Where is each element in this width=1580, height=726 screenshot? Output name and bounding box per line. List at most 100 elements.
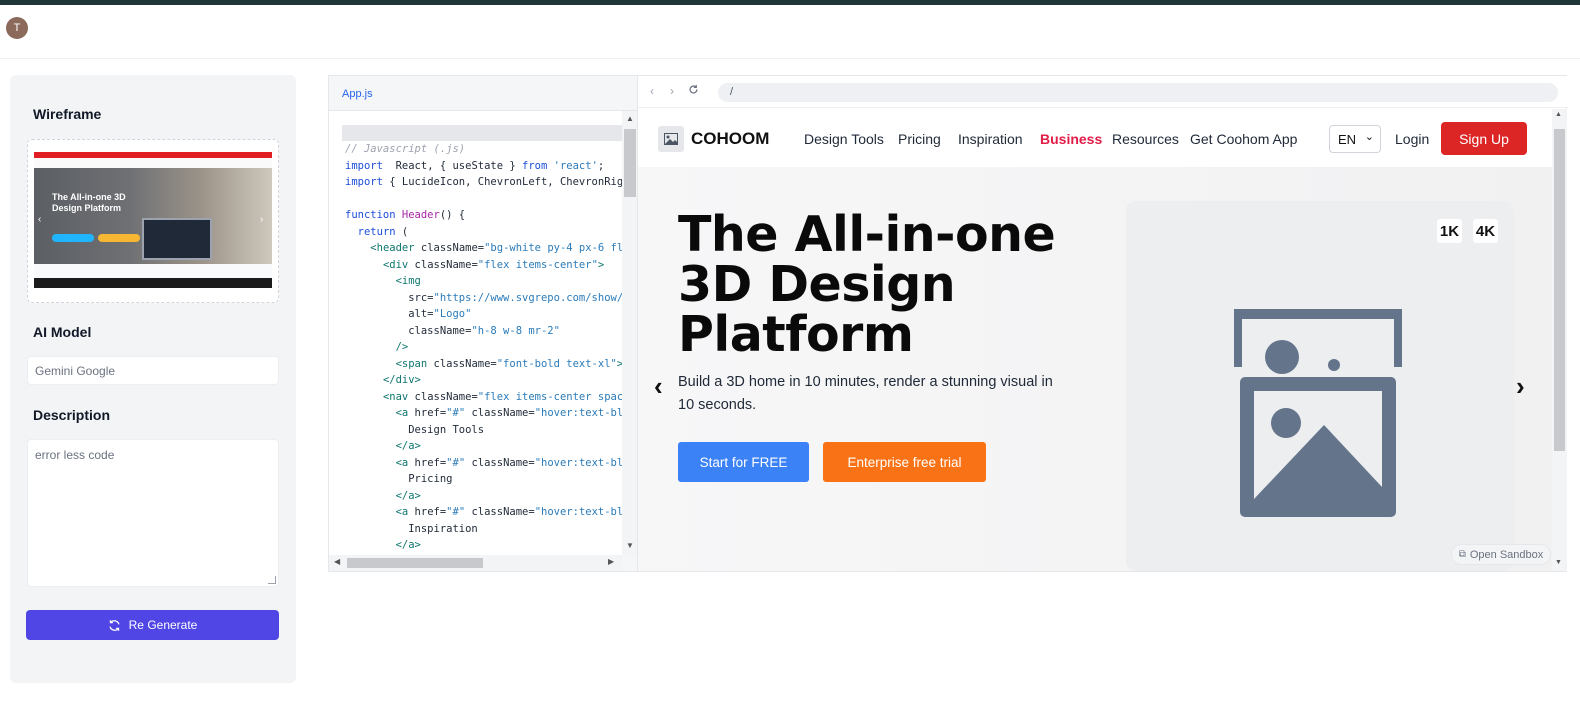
url-bar[interactable]: /	[718, 83, 1558, 102]
code-token: ;	[597, 159, 605, 172]
code-line[interactable]: Design Tools	[345, 422, 622, 439]
code-token: className=	[408, 258, 478, 271]
regenerate-button[interactable]: Re Generate	[26, 610, 279, 640]
code-line[interactable]: // Javascript (.js)	[345, 141, 622, 158]
code-token: Inspiration	[345, 522, 478, 535]
logo-image-icon[interactable]	[658, 126, 684, 152]
code-line[interactable]: src="https://www.svgrepo.com/show/508	[345, 290, 622, 307]
login-link[interactable]: Login	[1395, 131, 1429, 147]
open-sandbox-label: Open Sandbox	[1469, 548, 1544, 561]
code-line[interactable]: alt="Logo"	[345, 306, 622, 323]
wf-arrow-right-icon: ›	[260, 214, 264, 225]
tab-app-js[interactable]: App.js	[342, 88, 373, 100]
code-line[interactable]: <a href="#" className="hover:text-blue-	[345, 405, 622, 422]
code-line[interactable]: </a>	[345, 438, 622, 455]
preview-browser: ‹ › / COHOOM Design Tools Pricing Inspir…	[637, 75, 1568, 572]
code-token: function	[345, 209, 396, 221]
scroll-left-icon[interactable]: ◀	[334, 557, 340, 566]
editor-vscroll-thumb[interactable]	[624, 129, 636, 197]
nav-design-tools[interactable]: Design Tools	[804, 131, 884, 147]
code-line[interactable]: <header className="bg-white py-4 px-6 fl…	[345, 240, 622, 257]
code-line[interactable]: />	[345, 339, 622, 356]
start-free-button[interactable]: Start for FREE	[678, 442, 809, 482]
code-line[interactable]: return (	[345, 224, 622, 241]
preview-scroll-up-icon[interactable]: ▲	[1555, 111, 1562, 118]
scroll-down-icon[interactable]: ▼	[626, 541, 634, 550]
reload-icon[interactable]	[688, 84, 699, 98]
code-line[interactable]: import { LucideIcon, ChevronLeft, Chevro…	[345, 174, 622, 191]
wf-hero-title: The All-in-one 3D Design Platform	[52, 192, 126, 213]
code-line[interactable]: <a href="#" className="hover:text-blue-	[345, 504, 622, 521]
wireframe-dropzone[interactable]: The All-in-one 3D Design Platform ‹ ›	[27, 139, 279, 303]
code-token: src=	[345, 291, 434, 304]
code-line[interactable]: <nav className="flex items-center space-…	[345, 389, 622, 406]
code-token: import	[345, 176, 383, 188]
wf-arrow-left-icon: ‹	[38, 214, 42, 225]
description-textarea[interactable]: error less code	[27, 439, 279, 587]
editor-hscroll-thumb[interactable]	[347, 558, 483, 568]
site-viewport: COHOOM Design Tools Pricing Inspiration …	[638, 109, 1552, 571]
code-line[interactable]: <div className="flex items-center">	[345, 257, 622, 274]
preview-scroll-thumb[interactable]	[1554, 129, 1565, 451]
code-editor: App.js // Javascript (.js) import React, …	[328, 75, 639, 572]
code-token: "Logo"	[433, 308, 472, 320]
nav-business[interactable]: Business	[1040, 131, 1102, 147]
code-token: >	[597, 258, 605, 271]
language-select[interactable]: EN ⌄	[1329, 125, 1381, 153]
code-token: <img	[395, 275, 421, 287]
refresh-icon	[109, 619, 120, 631]
code-line[interactable]: </a>	[345, 488, 622, 505]
code-line[interactable]: <span className="font-bold text-xl">COH	[345, 356, 622, 373]
code-token: (	[395, 225, 409, 238]
editor-horizontal-scrollbar[interactable]: ◀ ▶	[329, 555, 622, 571]
code-token: "flex items-center space-x	[477, 390, 622, 403]
code-line[interactable]: <a href="#" className="hover:text-blue-	[345, 455, 622, 472]
code-token: React, { useState }	[382, 159, 523, 172]
nav-get-app[interactable]: Get Coohom App	[1190, 131, 1297, 147]
code-line[interactable]: </div>	[345, 372, 622, 389]
avatar-initial: T	[13, 22, 21, 34]
avatar[interactable]: T	[6, 17, 28, 39]
preview-scroll-down-icon[interactable]: ▼	[1555, 559, 1562, 566]
code-token: className=	[408, 390, 478, 403]
code-line[interactable]	[345, 191, 622, 208]
code-line[interactable]: function Header() {	[345, 207, 622, 224]
scroll-right-icon[interactable]: ▶	[608, 557, 614, 566]
code-area[interactable]: // Javascript (.js) import React, { useSt…	[329, 111, 622, 555]
code-line[interactable]: Pricing	[345, 471, 622, 488]
scroll-up-icon[interactable]: ▲	[626, 114, 634, 123]
language-value: EN	[1338, 132, 1357, 147]
open-sandbox-button[interactable]: ⧉ Open Sandbox	[1451, 544, 1551, 565]
enterprise-trial-button[interactable]: Enterprise free trial	[823, 442, 986, 482]
resize-handle-icon[interactable]	[268, 576, 276, 584]
hero-section: The All-in-one 3D Design Platform Build …	[638, 167, 1552, 571]
editor-vertical-scrollbar[interactable]: ▲ ▼	[622, 111, 638, 555]
code-line[interactable]: className="h-8 w-8 mr-2"	[345, 323, 622, 340]
code-content[interactable]: // Javascript (.js) import React, { useSt…	[345, 141, 622, 554]
code-token: 'react'	[547, 159, 598, 172]
ai-model-input[interactable]: Gemini Google	[27, 356, 279, 385]
browser-toolbar: ‹ › /	[638, 76, 1568, 108]
code-line[interactable]: </a>	[345, 537, 622, 554]
brand-name[interactable]: COHOOM	[691, 129, 769, 149]
wf-taskbar	[34, 278, 272, 288]
wf-laptop	[142, 218, 212, 260]
signup-button[interactable]: Sign Up	[1441, 122, 1527, 155]
nav-inspiration[interactable]: Inspiration	[958, 131, 1023, 147]
code-token: Pricing	[345, 473, 453, 485]
nav-pricing[interactable]: Pricing	[898, 131, 941, 147]
code-line[interactable]: import React, { useState } from 'react';	[345, 158, 622, 175]
code-token: <a	[395, 506, 409, 518]
preview-vertical-scrollbar[interactable]: ▲ ▼	[1552, 109, 1567, 571]
code-line[interactable]: <img	[345, 273, 622, 290]
site-header: COHOOM Design Tools Pricing Inspiration …	[638, 109, 1552, 167]
forward-icon[interactable]: ›	[670, 84, 674, 98]
code-line[interactable]: Inspiration	[345, 521, 622, 538]
code-token: className=	[414, 242, 485, 254]
carousel-prev-icon[interactable]: ‹	[654, 371, 663, 402]
nav-resources[interactable]: Resources	[1112, 131, 1179, 147]
back-icon[interactable]: ‹	[650, 84, 654, 98]
code-token: "h-8 w-8 mr-2"	[471, 324, 560, 337]
carousel-next-icon[interactable]: ›	[1516, 371, 1525, 402]
